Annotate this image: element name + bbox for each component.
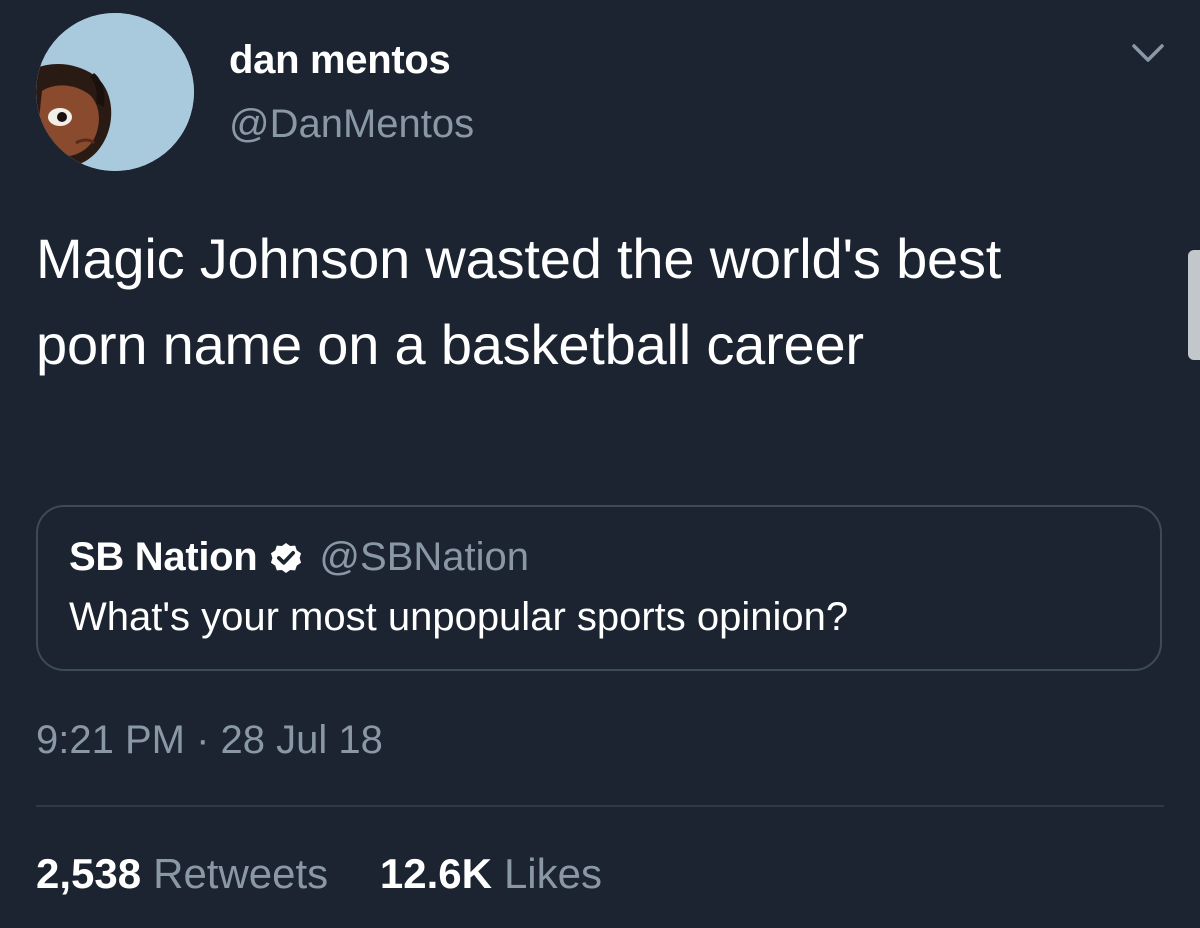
likes-label: Likes	[503, 850, 602, 897]
author-handle[interactable]: @DanMentos	[229, 102, 474, 147]
quoted-author-handle: @SBNation	[319, 535, 530, 579]
tweet-stats: 2,538 Retweets 12.6K Likes	[36, 850, 602, 898]
verified-badge-icon	[267, 539, 305, 577]
retweets-label: Retweets	[153, 850, 329, 897]
retweets-count: 2,538	[36, 850, 142, 897]
chevron-down-icon[interactable]	[1130, 40, 1166, 66]
likes-stat[interactable]: 12.6K Likes	[380, 850, 602, 898]
likes-count: 12.6K	[379, 850, 492, 897]
avatar[interactable]	[36, 13, 194, 171]
quoted-tweet-header: SB Nation @SBNation	[69, 535, 529, 580]
tweet-timestamp[interactable]: 9:21 PM · 28 Jul 18	[36, 718, 383, 763]
tweet-text: Magic Johnson wasted the world's best po…	[36, 227, 1002, 376]
author-display-name[interactable]: dan mentos	[229, 38, 451, 83]
tweet: dan mentos @DanMentos Magic Johnson wast…	[0, 0, 1200, 928]
divider	[36, 805, 1164, 807]
retweets-stat[interactable]: 2,538 Retweets	[36, 850, 328, 898]
quoted-tweet-card[interactable]: SB Nation @SBNation What's your most unp…	[36, 505, 1162, 671]
quoted-author-name: SB Nation	[69, 535, 258, 579]
quoted-tweet-text: What's your most unpopular sports opinio…	[69, 595, 849, 639]
scrollbar-thumb[interactable]	[1188, 250, 1200, 360]
avatar-image	[36, 13, 194, 171]
